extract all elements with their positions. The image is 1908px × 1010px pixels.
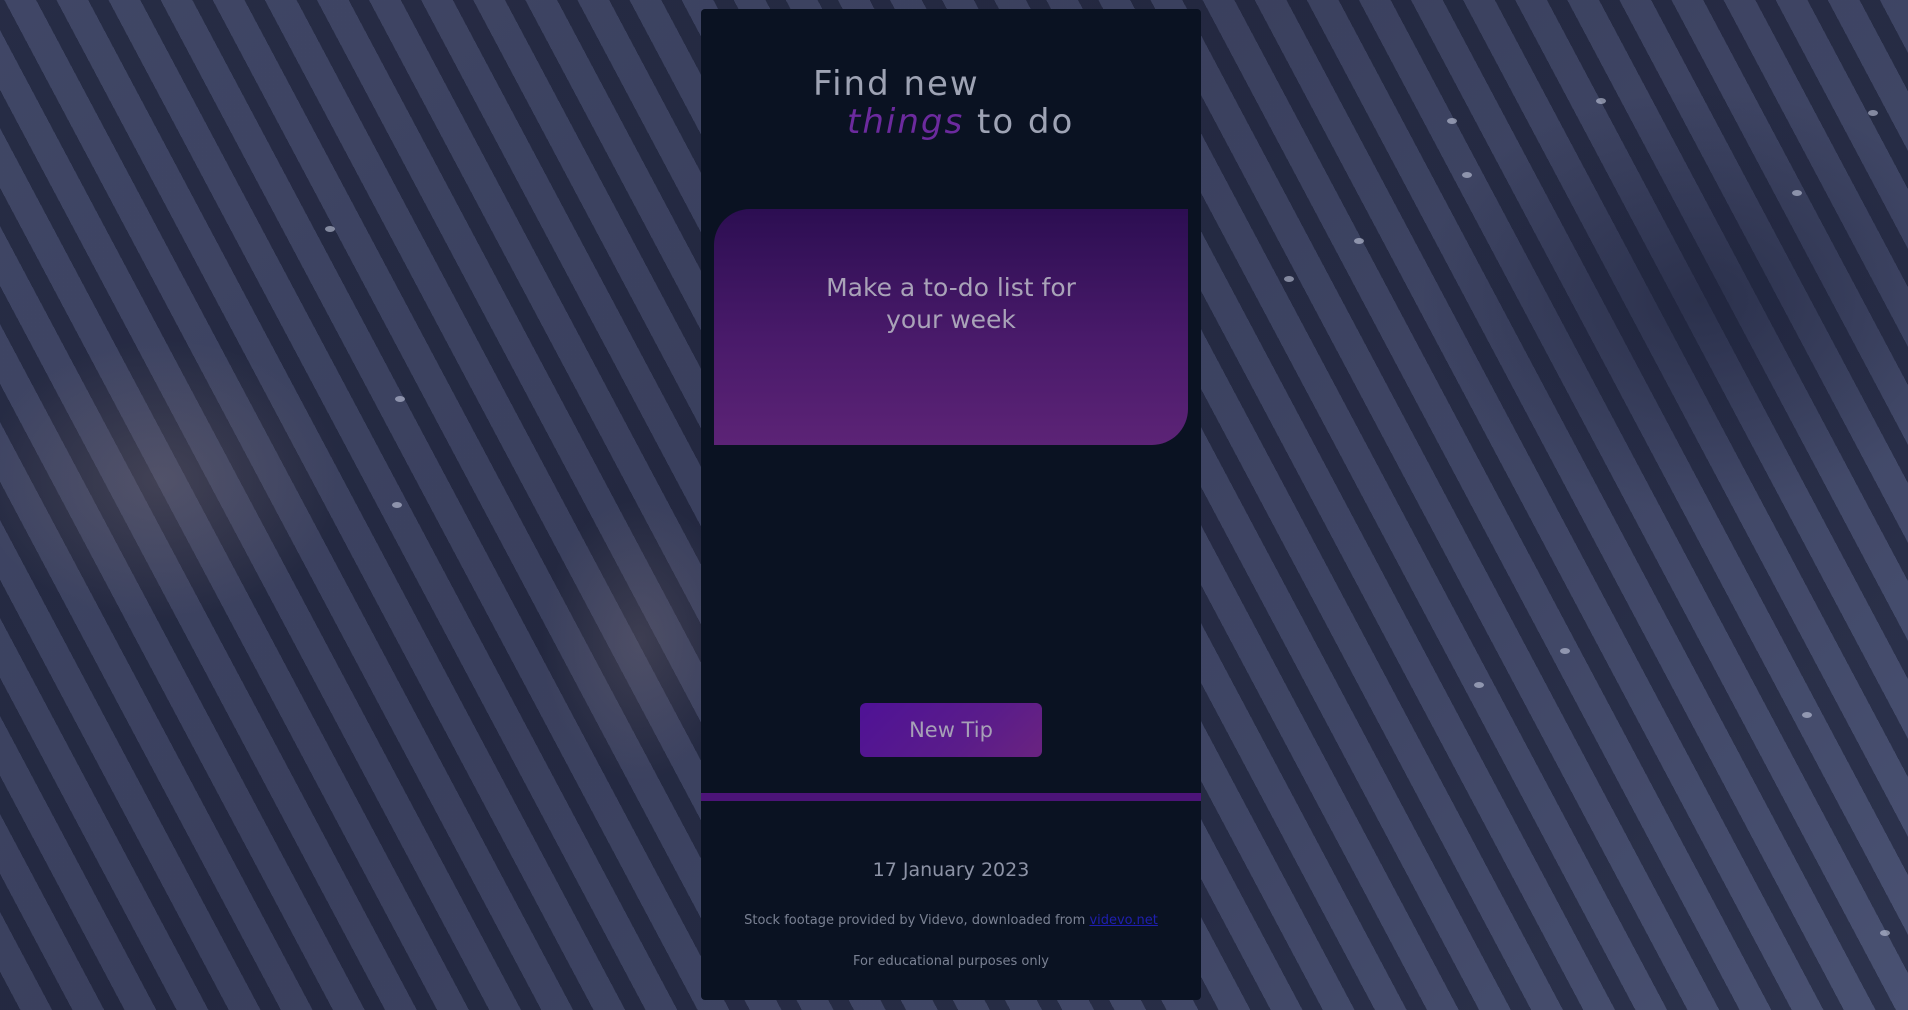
title-line-1: Find new: [813, 64, 980, 104]
bird-decoration: [1284, 276, 1294, 282]
tip-card: Make a to-do list for your week: [714, 209, 1188, 445]
bird-decoration: [1792, 190, 1802, 196]
bird-decoration: [1880, 930, 1890, 936]
bird-decoration: [1596, 98, 1606, 104]
credit-text: Stock footage provided by Videvo, downlo…: [744, 913, 1086, 928]
current-date: 17 January 2023: [872, 859, 1030, 881]
bird-decoration: [1474, 682, 1484, 688]
title-rest: to do: [976, 102, 1075, 142]
app-card: Find new things to do Make a to-do list …: [701, 9, 1201, 1000]
educational-disclaimer: For educational purposes only: [853, 954, 1049, 969]
page-title: Find new things to do: [813, 65, 1074, 141]
bird-decoration: [1354, 238, 1364, 244]
bird-decoration: [1868, 110, 1878, 116]
bird-decoration: [392, 502, 402, 508]
title-accent-word: things: [847, 102, 965, 142]
new-tip-button[interactable]: New Tip: [860, 703, 1042, 757]
title-line-2: things to do: [813, 103, 1074, 141]
footer-divider: [701, 793, 1201, 801]
bird-decoration: [1802, 712, 1812, 718]
bird-decoration: [325, 226, 335, 232]
tip-text: Make a to-do list for your week: [826, 272, 1076, 334]
bird-decoration: [395, 396, 405, 402]
bird-decoration: [1560, 648, 1570, 654]
bird-decoration: [1462, 172, 1472, 178]
bird-decoration: [1447, 118, 1457, 124]
footage-credit: Stock footage provided by Videvo, downlo…: [701, 913, 1201, 928]
videvo-link[interactable]: videvo.net: [1089, 913, 1157, 928]
